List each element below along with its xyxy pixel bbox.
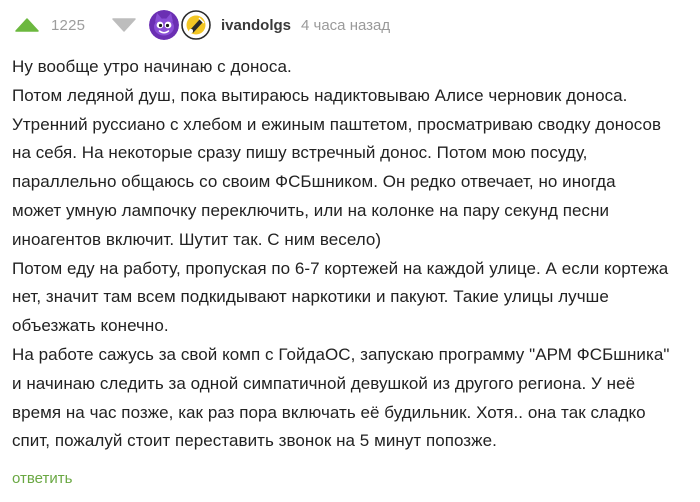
comment-line: Потом еду на работу, пропуская по 6-7 ко… [12,258,669,278]
comment-line: Ну вообще утро начинаю с доноса. [12,57,292,76]
comment-line: спит, пожалуй стоит переставить звонок н… [12,431,497,451]
comment-line: На работе сажусь за свой комп с ГойдаОС,… [12,344,670,364]
comment: 1225 ivandolgs 4 часа назад Ну вообще ут… [0,0,700,502]
comment-line: иноагентов включит. Шутит так. С ним вес… [12,229,382,249]
comment-line: Утренний руссиано с хлебом и ежиным пашт… [12,114,662,134]
triangle-up-icon [15,18,39,32]
author-username[interactable]: ivandolgs [221,17,291,34]
comment-line: может умную лампочку переключить, или на… [12,200,610,220]
comment-timestamp: 4 часа назад [301,16,391,34]
comment-line: время на час позже, как раз пора включат… [12,402,646,422]
downvote-button[interactable] [111,15,137,35]
comment-line: нет, значит там всем подкидывают наркоти… [12,287,609,307]
upvote-button[interactable] [14,15,40,35]
comment-line: на себя. На некоторые сразу пишу встречн… [12,143,588,163]
triangle-down-icon [112,18,136,32]
purple-cat-avatar-icon [149,10,179,40]
rating-count: 1225 [51,16,86,34]
award-badge-icon [181,10,211,40]
reply-link[interactable]: ответить [12,470,72,487]
comment-body: Ну вообще утро начинаю с доноса. Потом л… [12,53,692,456]
comment-line: Потом ледяной душ, пока вытираюсь надикт… [12,85,628,105]
comment-header: 1225 ivandolgs 4 часа назад [14,9,390,41]
comment-line: и начинаю следить за одной симпатичной д… [12,373,636,393]
author-avatars[interactable] [149,10,211,40]
comment-line: параллельно общаюсь со своим ФСБшником. … [12,172,616,192]
comment-line: объезжать конечно. [12,316,169,336]
